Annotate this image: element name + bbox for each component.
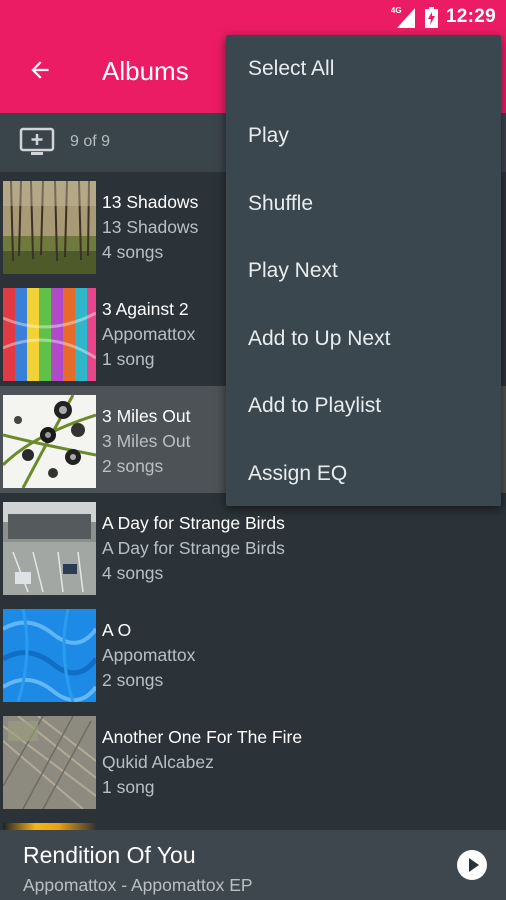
battery-charging-icon [424,6,438,28]
album-art-partial [3,823,96,830]
album-count: 9 of 9 [70,133,111,150]
album-song-count: 4 songs [102,563,164,583]
album-art-forest [3,181,96,274]
now-playing-subtitle: Appomattox - Appomattox EP [23,875,253,895]
album-artist: Appomattox [102,324,196,344]
album-artist: Appomattox [102,645,196,665]
menu-item-select-all[interactable]: Select All [226,35,501,102]
album-song-count: 2 songs [102,670,164,690]
album-song-count: 1 song [102,777,155,797]
status-bar: 4G 12:29 [0,0,506,34]
network-type-label: 4G [390,6,402,15]
menu-item-assign-eq[interactable]: Assign EQ [226,440,501,507]
album-title: 13 Shadows [102,192,199,212]
menu-item-play-next[interactable]: Play Next [226,237,501,304]
album-art-circles [3,395,96,488]
menu-item-add-to-playlist[interactable]: Add to Playlist [226,372,501,439]
arrow-back-icon[interactable] [18,48,62,92]
album-title: Another One For The Fire [102,727,303,747]
album-title: A O [102,620,132,640]
album-art-aerial [3,716,96,809]
album-song-count: 2 songs [102,456,164,476]
album-row[interactable]: A O Appomattox 2 songs [0,600,506,707]
album-song-count: 1 song [102,349,155,369]
overflow-menu: Select All Play Shuffle Play Next Add to… [226,35,501,506]
album-row-partial[interactable] [0,820,506,830]
now-playing-title: Rendition Of You [23,842,196,868]
page-title: Albums [102,56,189,86]
album-artist: A Day for Strange Birds [102,538,285,558]
now-playing-bar[interactable]: Rendition Of You Appomattox - Appomattox… [0,830,506,900]
menu-item-add-to-up-next[interactable]: Add to Up Next [226,305,501,372]
play-icon[interactable] [457,850,487,880]
album-artist: Qukid Alcabez [102,752,214,772]
menu-item-play[interactable]: Play [226,102,501,169]
album-artist: 13 Shadows [102,217,199,237]
album-row[interactable]: A Day for Strange Birds A Day for Strang… [0,493,506,600]
album-title: A Day for Strange Birds [102,513,285,533]
cast-screen-icon[interactable] [19,127,55,157]
album-art-rainbow [3,288,96,381]
album-art-parking-lot [3,502,96,595]
album-artist: 3 Miles Out [102,431,191,451]
cellular-signal-icon: 4G [391,6,417,28]
album-row[interactable]: Another One For The Fire Qukid Alcabez 1… [0,707,506,814]
album-song-count: 4 songs [102,242,164,262]
status-time: 12:29 [445,6,496,27]
album-title: 3 Against 2 [102,299,189,319]
album-art-blue [3,609,96,702]
menu-item-shuffle[interactable]: Shuffle [226,170,501,237]
album-title: 3 Miles Out [102,406,191,426]
